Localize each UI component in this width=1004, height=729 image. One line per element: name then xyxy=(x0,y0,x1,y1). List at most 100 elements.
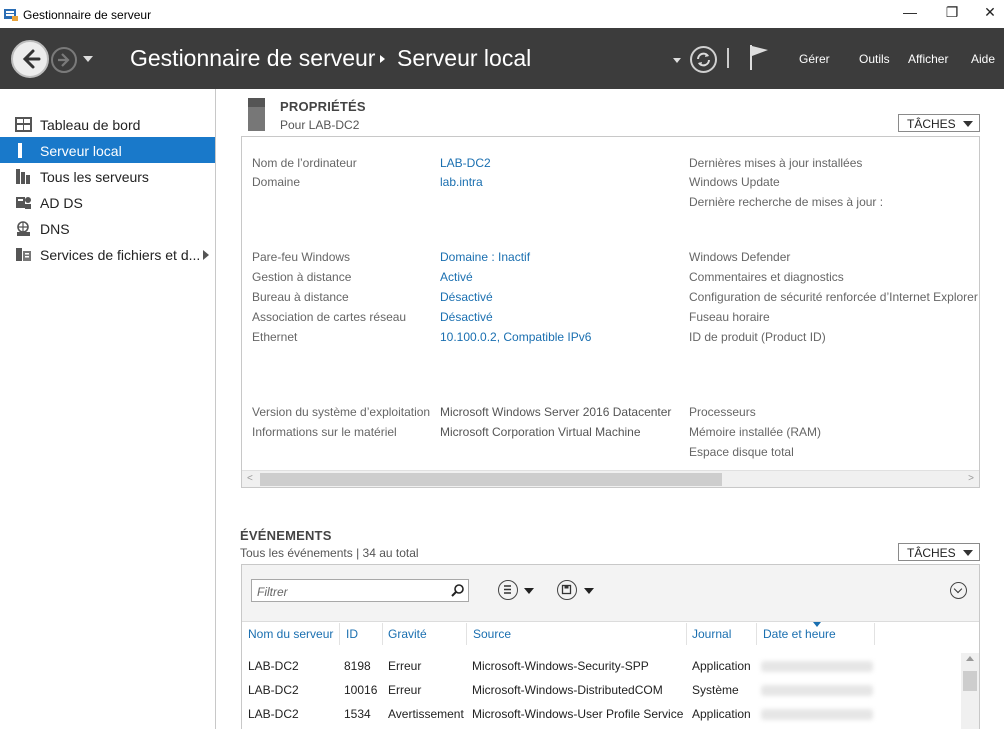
sidebar-item-all-servers[interactable]: Tous les serveurs xyxy=(0,163,215,189)
scroll-left-icon[interactable]: < xyxy=(247,473,253,484)
search-icon[interactable] xyxy=(451,583,465,597)
column-severity[interactable]: Gravité xyxy=(388,627,427,641)
prop-label: Configuration de sécurité renforcée d’In… xyxy=(689,290,978,304)
dashboard-icon xyxy=(15,117,32,132)
redacted-date xyxy=(761,709,873,720)
menu-manage[interactable]: Gérer xyxy=(799,52,830,66)
filter-placeholder: Filtrer xyxy=(257,585,288,599)
column-divider xyxy=(686,623,687,645)
events-tasks-button[interactable]: TÂCHES xyxy=(898,543,980,561)
prop-nic-teaming[interactable]: Désactivé xyxy=(440,310,493,324)
prop-os-version: Microsoft Windows Server 2016 Datacenter xyxy=(440,405,672,419)
prop-domain[interactable]: lab.intra xyxy=(440,175,483,189)
header-dropdown-icon[interactable] xyxy=(673,58,681,63)
notifications-flag-icon[interactable] xyxy=(748,44,770,70)
column-divider xyxy=(382,623,383,645)
menu-tools[interactable]: Outils xyxy=(859,52,890,66)
scroll-right-icon[interactable]: > xyxy=(968,473,974,484)
minimize-button[interactable]: — xyxy=(898,4,922,24)
close-button[interactable]: ✕ xyxy=(978,4,1002,24)
all-servers-icon xyxy=(16,169,30,184)
sidebar-item-label: Tableau de bord xyxy=(40,117,141,133)
prop-computer-name[interactable]: LAB-DC2 xyxy=(440,156,491,170)
list-options-button[interactable] xyxy=(498,580,518,600)
sidebar-item-file-services[interactable]: Services de fichiers et d... xyxy=(0,241,215,267)
cell-log: Application xyxy=(692,707,751,721)
prop-hardware: Microsoft Corporation Virtual Machine xyxy=(440,425,641,439)
column-server-name[interactable]: Nom du serveur xyxy=(248,627,333,641)
expand-arrow-icon[interactable] xyxy=(203,250,209,260)
cell-server: LAB-DC2 xyxy=(248,659,299,673)
properties-title: PROPRIÉTÉS xyxy=(280,99,366,114)
chevron-down-icon xyxy=(963,550,973,556)
window-title: Gestionnaire de serveur xyxy=(23,8,152,22)
save-icon xyxy=(561,584,572,595)
prop-label: Dernière recherche de mises à jour : xyxy=(689,195,884,209)
prop-label: Version du système d’exploitation xyxy=(252,405,431,419)
cell-source: Microsoft-Windows-User Profile Service xyxy=(472,707,684,721)
prop-label: Informations sur le matériel xyxy=(252,425,397,439)
cell-id: 10016 xyxy=(344,683,378,697)
scroll-up-icon[interactable] xyxy=(966,656,974,661)
column-log[interactable]: Journal xyxy=(692,627,731,641)
breadcrumb-separator-icon xyxy=(380,55,385,63)
prop-remote-desktop[interactable]: Désactivé xyxy=(440,290,493,304)
sidebar: Tableau de bord Serveur local Tous les s… xyxy=(0,89,216,729)
history-dropdown-icon[interactable] xyxy=(83,56,93,62)
prop-label: Association de cartes réseau xyxy=(252,310,407,324)
events-panel: Filtrer Nom du serveur ID Gravité Source… xyxy=(241,564,980,729)
scrollbar-thumb[interactable] xyxy=(963,671,977,691)
redacted-date xyxy=(761,661,873,672)
column-source[interactable]: Source xyxy=(473,627,511,641)
cell-log: Système xyxy=(692,683,739,697)
events-subtitle: Tous les événements | 34 au total xyxy=(240,546,419,560)
scrollbar-thumb[interactable] xyxy=(260,473,722,486)
prop-label: Ethernet xyxy=(252,330,298,344)
redacted-date xyxy=(761,685,873,696)
local-server-icon xyxy=(18,143,22,158)
tasks-label: TÂCHES xyxy=(907,546,956,560)
dns-icon xyxy=(17,221,30,236)
arrow-left-icon xyxy=(22,49,41,69)
filter-input[interactable]: Filtrer xyxy=(251,579,469,602)
refresh-button[interactable] xyxy=(690,46,717,73)
events-vertical-scrollbar[interactable] xyxy=(961,653,979,729)
column-id[interactable]: ID xyxy=(346,627,358,641)
cell-severity: Erreur xyxy=(388,659,422,673)
properties-tasks-button[interactable]: TÂCHES xyxy=(898,114,980,132)
properties-panel: Nom de l’ordinateur LAB-DC2 Domaine lab.… xyxy=(241,136,980,488)
file-services-icon xyxy=(16,248,31,261)
events-toolbar: Filtrer xyxy=(242,565,979,622)
sidebar-item-label: Services de fichiers et d... xyxy=(40,247,201,263)
breadcrumb-app[interactable]: Gestionnaire de serveur xyxy=(130,45,375,72)
column-date-time[interactable]: Date et heure xyxy=(763,627,836,641)
tasks-label: TÂCHES xyxy=(907,117,956,131)
cell-id: 1534 xyxy=(344,707,371,721)
sidebar-item-ad-ds[interactable]: AD DS xyxy=(0,189,215,215)
prop-label: Gestion à distance xyxy=(252,270,352,284)
chevron-down-icon xyxy=(963,121,973,127)
chevron-down-icon[interactable] xyxy=(584,588,594,594)
prop-firewall[interactable]: Domaine : Inactif xyxy=(440,250,530,264)
properties-horizontal-scrollbar[interactable]: < > xyxy=(242,470,979,487)
prop-remote-management[interactable]: Activé xyxy=(440,270,473,284)
menu-view[interactable]: Afficher xyxy=(908,52,948,66)
column-divider xyxy=(466,623,467,645)
sidebar-item-local-server[interactable]: Serveur local xyxy=(0,137,215,163)
sidebar-item-dashboard[interactable]: Tableau de bord xyxy=(0,111,215,137)
sidebar-item-dns[interactable]: DNS xyxy=(0,215,215,241)
sidebar-item-label: Tous les serveurs xyxy=(40,169,149,185)
menu-help[interactable]: Aide xyxy=(971,52,995,66)
prop-ethernet[interactable]: 10.100.0.2, Compatible IPv6 xyxy=(440,330,591,344)
cell-severity: Erreur xyxy=(388,683,422,697)
prop-label: Processeurs xyxy=(689,405,756,419)
expand-toggle-button[interactable] xyxy=(950,582,967,599)
prop-label: Espace disque total xyxy=(689,445,794,459)
restore-button[interactable]: ❐ xyxy=(940,4,964,24)
chevron-down-icon[interactable] xyxy=(524,588,534,594)
prop-label: Dernières mises à jour installées xyxy=(689,156,863,170)
prop-label: Windows Update xyxy=(689,175,780,189)
forward-button[interactable] xyxy=(51,47,77,73)
save-query-button[interactable] xyxy=(557,580,577,600)
back-button[interactable] xyxy=(11,40,49,78)
